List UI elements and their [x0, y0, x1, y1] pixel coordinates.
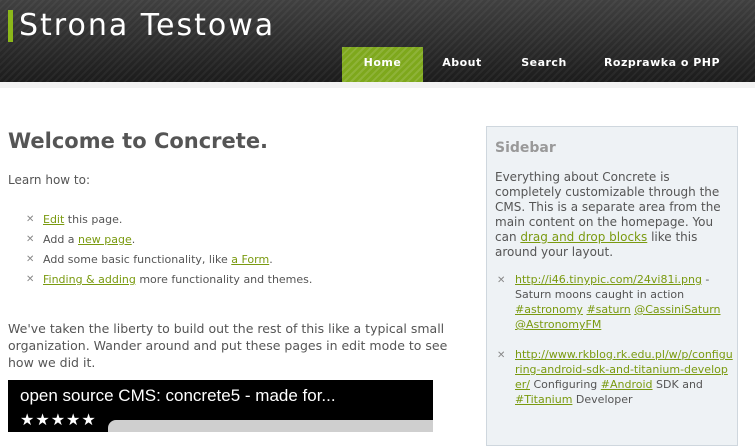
hashtag-link[interactable]: #Android: [601, 378, 653, 391]
rating-stars: ★★★★★: [20, 410, 97, 429]
video-embed[interactable]: open source CMS: concrete5 - made for...…: [8, 380, 433, 432]
howto-list: ✕ Edit this page. ✕ Add a new page. ✕ Add s…: [26, 213, 312, 293]
tweet-list: ✕ http://i46.tinypic.com/24vi81i.png - Sa…: [497, 272, 733, 422]
nav-item-about[interactable]: About: [432, 47, 492, 82]
mention-link[interactable]: @AstronomyFM: [515, 318, 601, 331]
list-item: ✕ Add a new page.: [26, 233, 312, 253]
list-item-text: .: [131, 233, 136, 246]
sidebar-text: Everything about Concrete is completely …: [495, 170, 731, 260]
list-item-text: more functionality and themes.: [135, 273, 313, 286]
drag-and-drop-link[interactable]: drag and drop blocks: [520, 230, 647, 244]
list-item: ✕ Add some basic functionality, like a Fo…: [26, 253, 312, 273]
nav-item-search[interactable]: Search: [510, 47, 578, 82]
sidebar: Sidebar Everything about Concrete is com…: [486, 126, 738, 446]
tweet-text: SDK and: [652, 378, 703, 391]
mention-link[interactable]: @CassiniSaturn: [634, 303, 720, 316]
x-icon: ✕: [26, 274, 35, 285]
x-icon: ✕: [26, 214, 35, 225]
tweet-item: ✕ http://www.rkblog.rk.edu.pl/w/p/configu…: [497, 347, 733, 407]
x-icon: ✕: [26, 234, 35, 245]
tweet-url-link[interactable]: http://i46.tinypic.com/24vi81i.png: [515, 273, 702, 286]
list-item: ✕ Edit this page.: [26, 213, 312, 233]
list-item-text: .: [269, 253, 273, 266]
list-item-text: Add some basic functionality, like: [43, 253, 232, 266]
site-title[interactable]: Strona Testowa: [19, 8, 275, 43]
new-page-link[interactable]: new page: [78, 233, 132, 246]
intro-text: Learn how to:: [8, 173, 91, 187]
body-paragraph: We've taken the liberty to build out the…: [8, 321, 448, 370]
nav-item-home[interactable]: Home: [342, 47, 423, 82]
finding-adding-link[interactable]: Finding & adding: [43, 273, 136, 286]
hashtag-link[interactable]: #saturn: [586, 303, 630, 316]
list-item-text: this page.: [64, 213, 123, 226]
tweet-item: ✕ http://i46.tinypic.com/24vi81i.png - Sa…: [497, 272, 733, 332]
title-accent-bar: [8, 10, 13, 42]
video-title[interactable]: open source CMS: concrete5 - made for...: [20, 386, 336, 406]
video-preview: [108, 420, 433, 432]
page-title: Welcome to Concrete.: [8, 129, 269, 153]
site-header: Strona Testowa Home About Search Rozpraw…: [0, 0, 755, 82]
x-icon: ✕: [497, 350, 506, 361]
hashtag-link[interactable]: #astronomy: [515, 303, 583, 316]
tweet-text: Developer: [572, 393, 633, 406]
header-divider: [0, 82, 755, 88]
x-icon: ✕: [497, 275, 506, 286]
sidebar-title: Sidebar: [495, 140, 556, 156]
tweet-text: Configuring: [530, 378, 601, 391]
form-link[interactable]: a Form: [231, 253, 269, 266]
list-item: ✕ Finding & adding more functionality and…: [26, 273, 312, 293]
list-item-text: Add a: [43, 233, 79, 246]
hashtag-link[interactable]: #Titanium: [515, 393, 572, 406]
edit-link[interactable]: Edit: [43, 213, 64, 226]
x-icon: ✕: [26, 254, 35, 265]
nav-item-rozprawka-o-php[interactable]: Rozprawka o PHP: [598, 47, 726, 82]
